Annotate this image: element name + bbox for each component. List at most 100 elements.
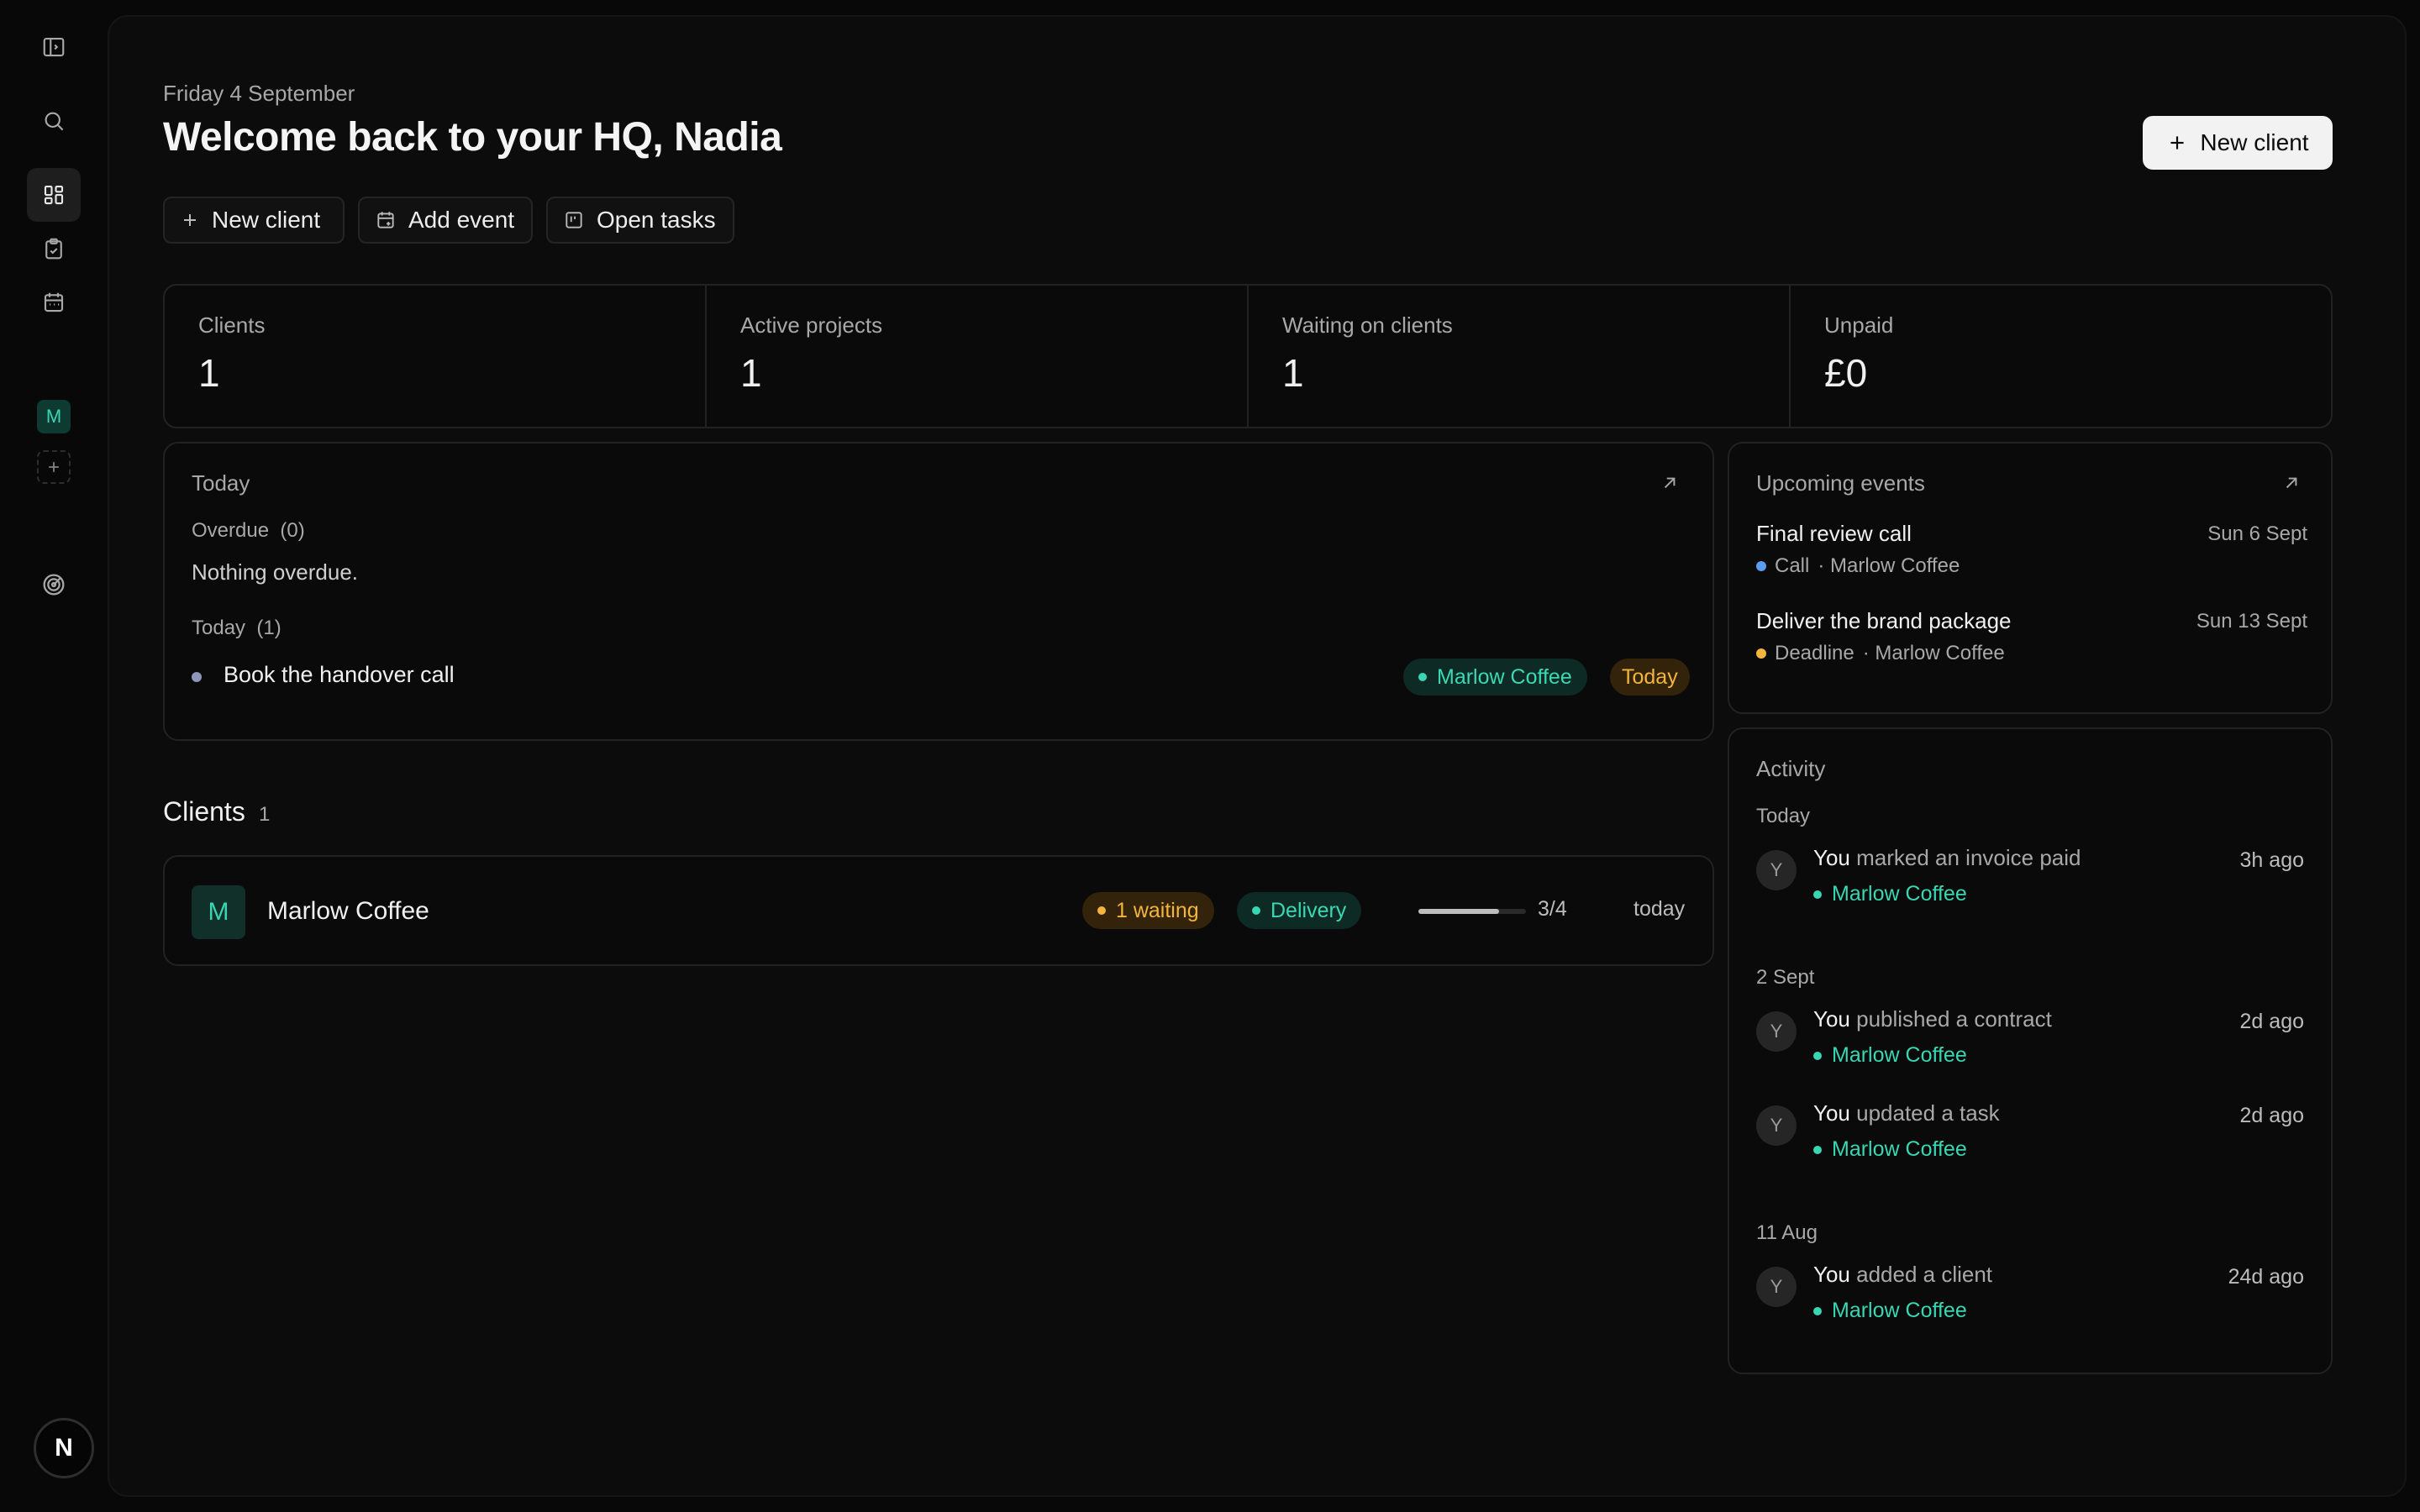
quick-action-label: Add event <box>408 207 515 233</box>
clients-heading: Clients <box>163 796 245 827</box>
quick-open-tasks-button[interactable]: Open tasks <box>546 197 734 244</box>
stat-label: Clients <box>198 312 266 338</box>
workspace-avatar[interactable]: M <box>37 400 71 433</box>
activity-item[interactable]: Y You added a client Marlow Coffee 24d a… <box>1729 1262 2331 1329</box>
expand-icon[interactable] <box>2281 472 2302 494</box>
stat-value: 1 <box>1282 351 1304 395</box>
activity-item[interactable]: Y You published a contract Marlow Coffee… <box>1729 1006 2331 1074</box>
today-label: Today <box>192 617 246 639</box>
plus-icon <box>2170 136 2184 150</box>
events-card: Upcoming events Final review call Sun 6 … <box>1728 442 2333 714</box>
plus-icon <box>49 462 59 472</box>
task-title: Book the handover call <box>224 662 455 687</box>
activity-action: added a client <box>1856 1262 1993 1287</box>
calendar-plus-icon <box>377 212 394 228</box>
today-card-title: Today <box>192 470 250 496</box>
quick-add-event-button[interactable]: Add event <box>358 197 533 244</box>
events-card-title: Upcoming events <box>1756 470 1925 496</box>
stat-waiting: Waiting on clients 1 <box>1249 286 1791 427</box>
stats-row: Clients 1 Active projects 1 Waiting on c… <box>163 284 2333 428</box>
board-icon <box>566 212 582 228</box>
activity-group-label: 2 Sept <box>1756 966 1815 989</box>
current-date: Friday 4 September <box>163 81 355 106</box>
page-title: Welcome back to your HQ, Nadia <box>163 115 782 160</box>
stat-label: Waiting on clients <box>1282 312 1453 338</box>
client-tag[interactable]: Marlow Coffee <box>1403 659 1587 696</box>
new-client-button-label: New client <box>2200 129 2309 155</box>
quick-action-label: New client <box>212 207 321 233</box>
activity-item[interactable]: Y You updated a task Marlow Coffee 2d ag… <box>1729 1100 2331 1168</box>
overdue-label: Overdue <box>192 519 270 542</box>
today-count: (1) <box>256 617 281 639</box>
client-name: Marlow Coffee <box>267 897 429 925</box>
dashboard-icon[interactable] <box>27 168 81 222</box>
activity-group-label: Today <box>1756 805 1811 827</box>
activity-card: Activity Today Y You marked an invoice p… <box>1728 727 2333 1374</box>
stat-label: Active projects <box>740 312 883 338</box>
calendar-icon[interactable] <box>27 276 81 329</box>
event-type: Call <box>1775 554 1810 577</box>
activity-action: updated a task <box>1856 1100 2000 1126</box>
activity-client[interactable]: Marlow Coffee <box>1813 1137 1967 1162</box>
activity-text: You published a contract <box>1813 1006 2052 1032</box>
client-dot <box>1813 1306 1822 1315</box>
client-dot <box>1418 673 1427 681</box>
quick-new-client-button[interactable]: New client <box>163 197 345 244</box>
activity-avatar: Y <box>1756 1105 1797 1146</box>
activity-client[interactable]: Marlow Coffee <box>1813 1299 1967 1323</box>
sidebar-toggle-icon[interactable] <box>27 20 81 74</box>
activity-client-label: Marlow Coffee <box>1832 1137 1967 1161</box>
waiting-badge: 1 waiting <box>1082 892 1214 929</box>
activity-time: 3h ago <box>2239 848 2304 872</box>
stat-clients: Clients 1 <box>165 286 707 427</box>
overdue-count: (0) <box>280 519 305 542</box>
client-dot <box>1813 1051 1822 1060</box>
activity-actor: You <box>1813 845 1850 870</box>
activity-text: You marked an invoice paid <box>1813 845 2081 871</box>
activity-client[interactable]: Marlow Coffee <box>1813 1043 1967 1068</box>
task-row[interactable]: Book the handover call Marlow Coffee Tod… <box>192 650 1690 701</box>
activity-actor: You <box>1813 1262 1850 1287</box>
activity-action: published a contract <box>1856 1006 2052 1032</box>
activity-card-title: Activity <box>1756 756 1826 781</box>
activity-text: You updated a task <box>1813 1100 2000 1126</box>
activity-time: 24d ago <box>2228 1265 2304 1289</box>
event-client: · Marlow Coffee <box>1862 642 2005 664</box>
due-badge: Today <box>1610 659 1690 696</box>
clipboard-check-icon[interactable] <box>27 222 81 276</box>
overdue-empty-text: Nothing overdue. <box>192 559 359 585</box>
last-updated: today <box>1634 897 1686 921</box>
today-card: Today Overdue (0) Nothing overdue. Today… <box>163 442 1714 741</box>
activity-client[interactable]: Marlow Coffee <box>1813 882 1967 906</box>
user-avatar[interactable]: N <box>34 1418 94 1478</box>
radar-icon[interactable] <box>27 558 81 612</box>
event-item[interactable]: Deliver the brand package Sun 13 Sept De… <box>1756 608 2307 679</box>
waiting-dot <box>1097 906 1106 915</box>
event-date: Sun 6 Sept <box>2207 522 2307 545</box>
stat-value: £0 <box>1824 351 1868 395</box>
expand-icon[interactable] <box>1659 472 1681 494</box>
event-item[interactable]: Final review call Sun 6 Sept Call · Marl… <box>1756 521 2307 591</box>
stage-label: Delivery <box>1270 898 1347 922</box>
plus-icon <box>184 214 196 226</box>
activity-item[interactable]: Y You marked an invoice paid Marlow Coff… <box>1729 845 2331 912</box>
stat-label: Unpaid <box>1824 312 1894 338</box>
event-date: Sun 13 Sept <box>2196 610 2307 633</box>
activity-actor: You <box>1813 1100 1850 1126</box>
add-workspace-button[interactable] <box>37 450 71 484</box>
new-client-button[interactable]: New client <box>2143 116 2333 170</box>
search-icon[interactable] <box>27 94 81 148</box>
event-title: Deliver the brand package <box>1756 608 2012 633</box>
stat-value: 1 <box>740 351 762 395</box>
client-row[interactable]: M Marlow Coffee 1 waiting Delivery 3/4 t… <box>163 855 1714 966</box>
task-status-dot <box>192 672 202 682</box>
stage-badge: Delivery <box>1237 892 1362 929</box>
sidebar: M N <box>0 0 108 1512</box>
quick-action-label: Open tasks <box>597 207 716 233</box>
stat-value: 1 <box>198 351 220 395</box>
waiting-label: 1 waiting <box>1116 898 1199 922</box>
activity-client-label: Marlow Coffee <box>1832 1299 1967 1322</box>
client-avatar: M <box>192 885 245 939</box>
stat-unpaid: Unpaid £0 <box>1791 286 2331 427</box>
event-title: Final review call <box>1756 521 1912 546</box>
